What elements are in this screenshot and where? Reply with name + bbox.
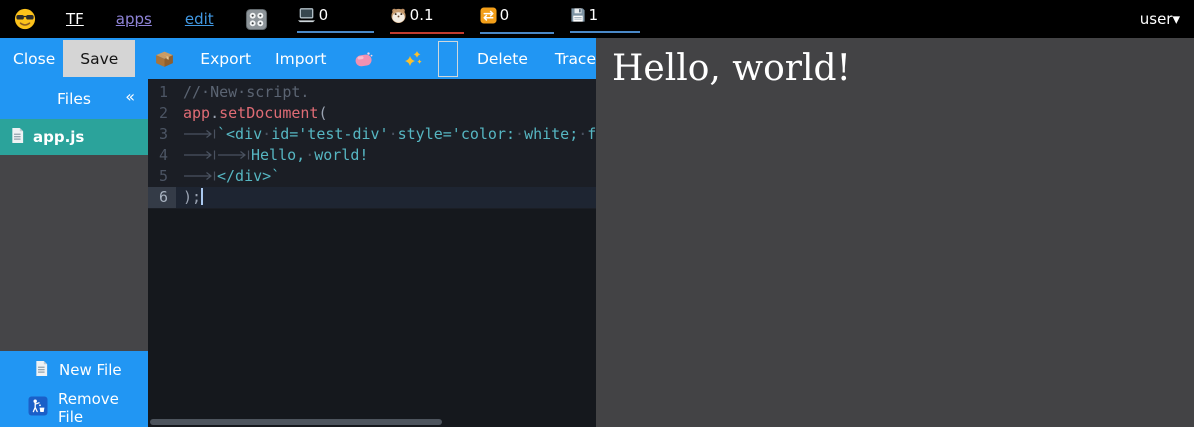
code-token: app — [183, 104, 210, 122]
code-token: . — [210, 104, 219, 122]
app-window: TF apps edit 0 — [0, 0, 1194, 427]
floppy-counter-value: 1 — [589, 7, 599, 23]
file-list-empty-area — [0, 155, 148, 351]
litter-bin-icon — [28, 396, 48, 420]
close-button[interactable]: Close — [13, 50, 55, 68]
brand-link[interactable]: TF — [66, 10, 84, 28]
hamster-counter-value: 0.1 — [410, 7, 434, 23]
file-item-appjs[interactable]: app.js — [0, 119, 148, 155]
code-token: white; — [524, 125, 578, 143]
horizontal-scrollbar[interactable] — [150, 419, 442, 425]
control-knobs-icon[interactable] — [245, 8, 268, 31]
empty-slot-button[interactable] — [438, 41, 457, 77]
code-token: · — [515, 125, 524, 143]
sparkles-icon[interactable] — [403, 49, 423, 69]
code-token: world! — [314, 146, 368, 164]
hamster-icon — [390, 7, 407, 28]
code-token: setDocument — [219, 104, 318, 122]
code-text[interactable]: </div>` — [176, 166, 596, 187]
text-cursor — [201, 188, 203, 205]
code-line[interactable]: 2app.setDocument( — [148, 103, 596, 124]
code-token: · — [305, 146, 314, 164]
code-line[interactable]: 1 //·New·script. — [148, 82, 596, 103]
line-number: 4 — [148, 145, 176, 166]
remove-file-button[interactable]: Remove File — [0, 390, 148, 426]
repeat-icon — [480, 7, 497, 28]
code-text[interactable]: ); — [176, 187, 596, 208]
tab-whitespace-marker — [217, 145, 251, 166]
preview-pane: Hello, world! — [596, 38, 1194, 427]
package-icon[interactable] — [154, 48, 175, 69]
code-text[interactable]: app.setDocument( — [176, 103, 596, 124]
code-token: ); — [183, 188, 201, 206]
line-number: 1 — [148, 82, 176, 103]
floppy-counter-field[interactable]: 1 — [570, 5, 640, 33]
tab-whitespace-marker — [183, 145, 217, 166]
trace-button[interactable]: Trace — [555, 50, 596, 68]
sidebar-actions: New File Remove File — [0, 351, 148, 427]
code-token: style='color: — [398, 125, 515, 143]
code-token: `<div — [217, 125, 262, 143]
code-token: Hello, — [251, 146, 305, 164]
new-file-icon — [34, 360, 49, 381]
line-number: 2 — [148, 103, 176, 124]
code-lines[interactable]: 1//·New·script.2app.setDocument(3`<div·i… — [148, 79, 596, 209]
code-token: id='test-div' — [271, 125, 388, 143]
code-editor[interactable]: 1//·New·script.2app.setDocument(3`<div·i… — [148, 79, 596, 427]
edit-link[interactable]: edit — [185, 10, 214, 28]
code-line[interactable]: 3`<div·id='test-div'·style='color:·white… — [148, 124, 596, 145]
code-text[interactable]: `<div·id='test-div'·style='color:·white;… — [176, 124, 596, 145]
code-token: · — [578, 125, 587, 143]
hamster-counter-field[interactable]: 0.1 — [390, 5, 464, 34]
save-button[interactable]: Save — [63, 40, 135, 77]
file-icon — [10, 127, 25, 148]
new-file-button[interactable]: New File — [0, 352, 148, 388]
code-token: · — [262, 125, 271, 143]
preview-heading: Hello, world! — [596, 38, 1194, 91]
line-number: 3 — [148, 124, 176, 145]
repeat-counter-value: 0 — [500, 7, 510, 23]
laptop-counter-value: 0 — [319, 7, 329, 23]
code-token: ( — [318, 104, 327, 122]
code-token: //·New·script. — [183, 83, 309, 101]
collapse-sidebar-button[interactable]: « — [125, 87, 135, 106]
code-token: </div>` — [217, 167, 280, 185]
code-token: f — [587, 125, 596, 143]
line-number: 6 — [148, 187, 176, 208]
remove-file-label: Remove File — [58, 390, 148, 426]
export-button[interactable]: Export — [200, 50, 251, 68]
apps-link[interactable]: apps — [116, 10, 152, 28]
import-button[interactable]: Import — [275, 50, 326, 68]
tab-whitespace-marker — [183, 166, 217, 187]
files-panel-header: Files « — [0, 79, 148, 119]
code-text[interactable]: Hello,·world! — [176, 145, 596, 166]
code-text[interactable]: //·New·script. — [176, 82, 596, 103]
soap-icon[interactable] — [354, 51, 375, 67]
laptop-icon — [297, 7, 316, 27]
new-file-label: New File — [59, 361, 122, 379]
tab-whitespace-marker — [183, 124, 217, 145]
files-panel-title: Files — [57, 90, 91, 108]
code-line[interactable]: 5 </div>` — [148, 166, 596, 187]
code-line[interactable]: 6); — [148, 187, 596, 208]
laptop-counter-field[interactable]: 0 — [297, 5, 374, 33]
sunglasses-face-icon[interactable] — [14, 8, 36, 30]
code-token: · — [389, 125, 398, 143]
repeat-counter-field[interactable]: 0 — [480, 5, 554, 34]
floppy-icon — [570, 7, 586, 27]
line-number: 5 — [148, 166, 176, 187]
file-name: app.js — [33, 128, 84, 146]
code-line[interactable]: 4Hello,·world! — [148, 145, 596, 166]
editor-toolbar: Close Save Export Import — [0, 38, 596, 79]
user-menu[interactable]: user▾ — [1140, 10, 1180, 28]
top-bar: TF apps edit 0 — [0, 0, 1194, 38]
delete-button[interactable]: Delete — [477, 50, 528, 68]
